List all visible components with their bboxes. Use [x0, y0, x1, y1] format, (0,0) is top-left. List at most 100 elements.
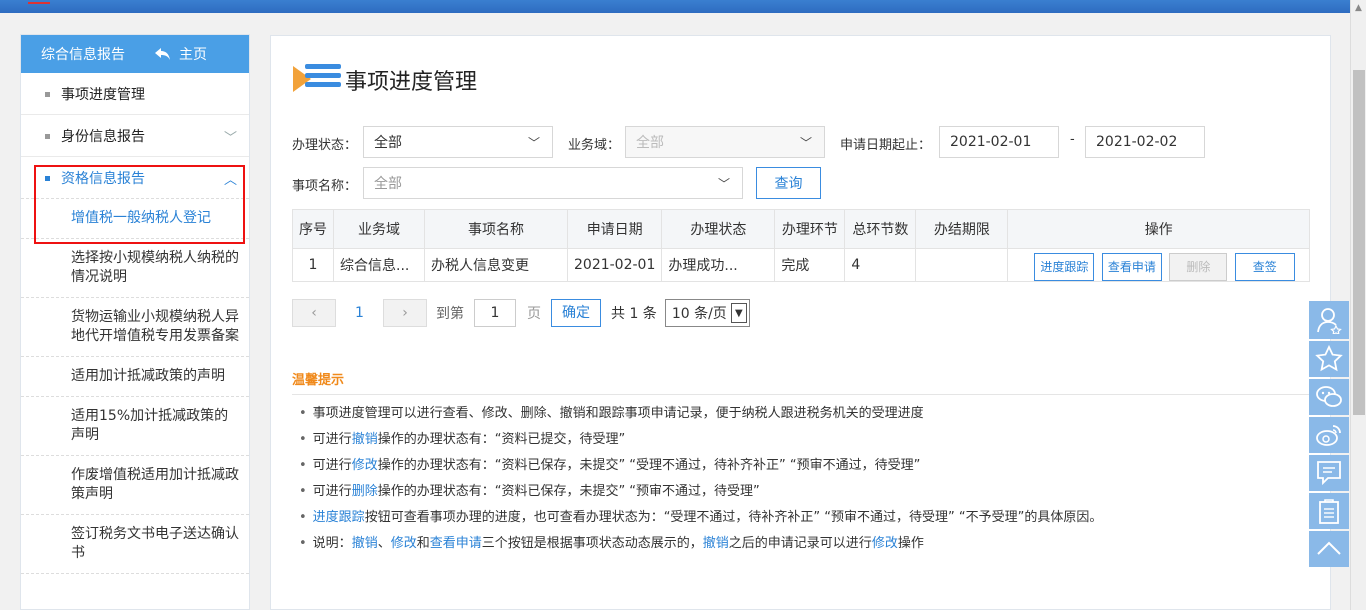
sidebar-item-label: 事项进度管理: [61, 86, 145, 103]
bullet-icon: [45, 176, 50, 181]
tip-text: 操作的办理状态有：“资料已保存，未提交” “受理不通过，待补齐补正” “预审不通…: [377, 458, 921, 473]
sidebar-subitem-general-taxpayer[interactable]: 增值税一般纳税人登记: [21, 199, 249, 239]
sidebar-header: 综合信息报告 主页: [21, 35, 249, 73]
tip-text: 和: [416, 536, 430, 551]
tip-text: 说明：: [312, 536, 352, 551]
item-name-label: 事项名称：: [292, 179, 358, 194]
page-unit-label: 页: [527, 306, 541, 322]
top-banner: [0, 0, 1350, 13]
wechat-icon: [1316, 386, 1342, 407]
goto-confirm-button[interactable]: 确定: [551, 299, 601, 327]
table-header-row: 序号 业务域 事项名称 申请日期 办理状态 办理环节 总环节数 办结期限 操作: [292, 209, 1310, 249]
tip-keyword: 撤销: [351, 432, 378, 447]
prev-page-button[interactable]: ‹: [292, 299, 336, 327]
tip-text: 可进行: [312, 458, 352, 473]
sidebar-item-qualification[interactable]: 资格信息报告 ︿: [21, 157, 249, 199]
page-size-select[interactable]: 10 条/页 ▼: [664, 299, 750, 327]
total-count: 共 1 条: [611, 306, 657, 322]
sidebar-item-identity[interactable]: 身份信息报告 ﹀: [21, 115, 249, 157]
page-title-text: 事项进度管理: [345, 70, 478, 95]
favorite-button[interactable]: [1309, 341, 1349, 377]
tip-text: 之后的申请记录可以进行: [728, 536, 872, 551]
tip-text: 可进行: [312, 432, 352, 447]
sidebar-subitem-e-delivery[interactable]: 签订税务文书电子送达确认书: [21, 515, 249, 574]
chevron-down-icon: ﹀: [799, 136, 812, 150]
query-button[interactable]: 查询: [756, 167, 821, 199]
wechat-button[interactable]: [1309, 379, 1349, 415]
column-header: 办结期限: [915, 209, 1009, 249]
cell-stage: 完成: [774, 248, 846, 282]
page-title: 事项进度管理: [293, 60, 477, 100]
tip-text: 事项进度管理可以进行查看、修改、删除、撤销和跟踪事项申请记录，便于纳税人跟进税务…: [312, 406, 924, 421]
track-progress-button[interactable]: 进度跟踪: [1034, 253, 1095, 281]
scroll-up-arrow-icon[interactable]: ▲: [1355, 3, 1362, 13]
next-page-button[interactable]: ›: [383, 299, 427, 327]
column-header: 申请日期: [566, 209, 663, 249]
weibo-button[interactable]: [1309, 417, 1349, 453]
page-scrollbar[interactable]: ▲: [1350, 0, 1366, 610]
column-header: 业务域: [333, 209, 425, 249]
star-icon: [1315, 345, 1343, 372]
cell-date: 2021-02-01: [566, 248, 663, 282]
tip-keyword: 修改: [390, 536, 417, 551]
page-number[interactable]: 1: [336, 305, 383, 321]
sidebar-subitem-small-scale[interactable]: 选择按小规模纳税人纳税的情况说明: [21, 239, 249, 298]
sidebar-item-progress[interactable]: 事项进度管理: [21, 73, 249, 115]
domain-select-value: 全部: [636, 135, 664, 151]
main-panel: 事项进度管理 办理状态： 全部 ﹀ 业务域： 全部 ﹀ 申请日期起止： 2021…: [270, 35, 1331, 610]
date-to-input[interactable]: 2021-02-02: [1085, 126, 1205, 158]
sidebar-subitem-15pct-statement[interactable]: 适用15%加计抵减政策的声明: [21, 397, 249, 456]
tip-item: 事项进度管理可以进行查看、修改、删除、撤销和跟踪事项申请记录，便于纳税人跟进税务…: [299, 404, 1102, 430]
bullet-icon: [45, 92, 50, 97]
status-label: 办理状态：: [292, 138, 358, 153]
tip-text: 三个按钮是根据事项状态动态展示的，: [481, 536, 703, 551]
column-header: 事项名称: [424, 209, 568, 249]
view-application-button[interactable]: 查看申请: [1101, 253, 1162, 281]
tip-text: 操作的办理状态有：“资料已保存，未提交” “预审不通过，待受理”: [377, 484, 760, 499]
bullet-icon: [45, 134, 50, 139]
column-header: 序号: [292, 209, 334, 249]
item-name-select[interactable]: 全部 ﹀: [363, 167, 743, 199]
feedback-button[interactable]: [1309, 455, 1349, 491]
tip-item: 可进行删除操作的办理状态有：“资料已保存，未提交” “预审不通过，待受理”: [299, 482, 1102, 508]
tip-text: 操作: [897, 536, 924, 551]
user-icon: [1317, 308, 1342, 334]
message-icon: [1317, 461, 1341, 486]
goto-page-input[interactable]: 1: [474, 299, 516, 327]
home-link[interactable]: 主页: [155, 44, 207, 64]
clipboard-button[interactable]: [1309, 493, 1349, 529]
logo: [28, 0, 50, 4]
cell-index: 1: [292, 248, 334, 282]
cell-total-stages: 4: [844, 248, 917, 282]
tip-text: 、: [377, 536, 391, 551]
tip-keyword: 查看申请: [429, 536, 482, 551]
cell-deadline: [915, 248, 1009, 282]
goto-label: 到第: [436, 306, 464, 322]
tip-item: 可进行修改操作的办理状态有：“资料已保存，未提交” “受理不通过，待补齐补正” …: [299, 456, 1102, 482]
date-to-value: 2021-02-02: [1096, 134, 1178, 150]
sidebar: 综合信息报告 主页 事项进度管理 身份信息报告 ﹀ 资格信息报告 ︿ 增值税一般…: [20, 34, 250, 610]
back-to-top-button[interactable]: [1309, 531, 1349, 567]
cell-name: 办税人信息变更: [424, 248, 568, 282]
cell-actions: 进度跟踪 查看申请 删除 查签: [1007, 248, 1310, 282]
tip-keyword: 修改: [871, 536, 898, 551]
scrollbar-thumb[interactable]: [1353, 70, 1365, 415]
sidebar-subitem-transport-filing[interactable]: 货物运输业小规模纳税人异地代开增值税专用发票备案: [21, 298, 249, 357]
column-header: 办理环节: [774, 209, 846, 249]
sidebar-subitem-deduction-statement[interactable]: 适用加计抵减政策的声明: [21, 357, 249, 397]
tip-item: 可进行撤销操作的办理状态有：“资料已提交，待受理”: [299, 430, 1102, 456]
tip-keyword: 撤销: [351, 536, 378, 551]
sidebar-subitem-void-statement[interactable]: 作废增值税适用加计抵减政策声明: [21, 456, 249, 515]
column-header: 操作: [1007, 209, 1310, 249]
status-select[interactable]: 全部 ﹀: [363, 126, 553, 158]
status-select-value: 全部: [374, 135, 402, 151]
check-sign-button[interactable]: 查签: [1234, 253, 1295, 281]
user-center-button[interactable]: [1309, 301, 1349, 339]
domain-select: 全部 ﹀: [625, 126, 825, 158]
tip-keyword: 进度跟踪: [312, 510, 365, 525]
sidebar-title: 综合信息报告: [41, 47, 125, 63]
tips-title: 温馨提示: [292, 373, 345, 388]
back-arrow-icon: [155, 48, 170, 60]
date-from-input[interactable]: 2021-02-01: [939, 126, 1059, 158]
page-size-value: 10 条/页: [671, 306, 727, 322]
